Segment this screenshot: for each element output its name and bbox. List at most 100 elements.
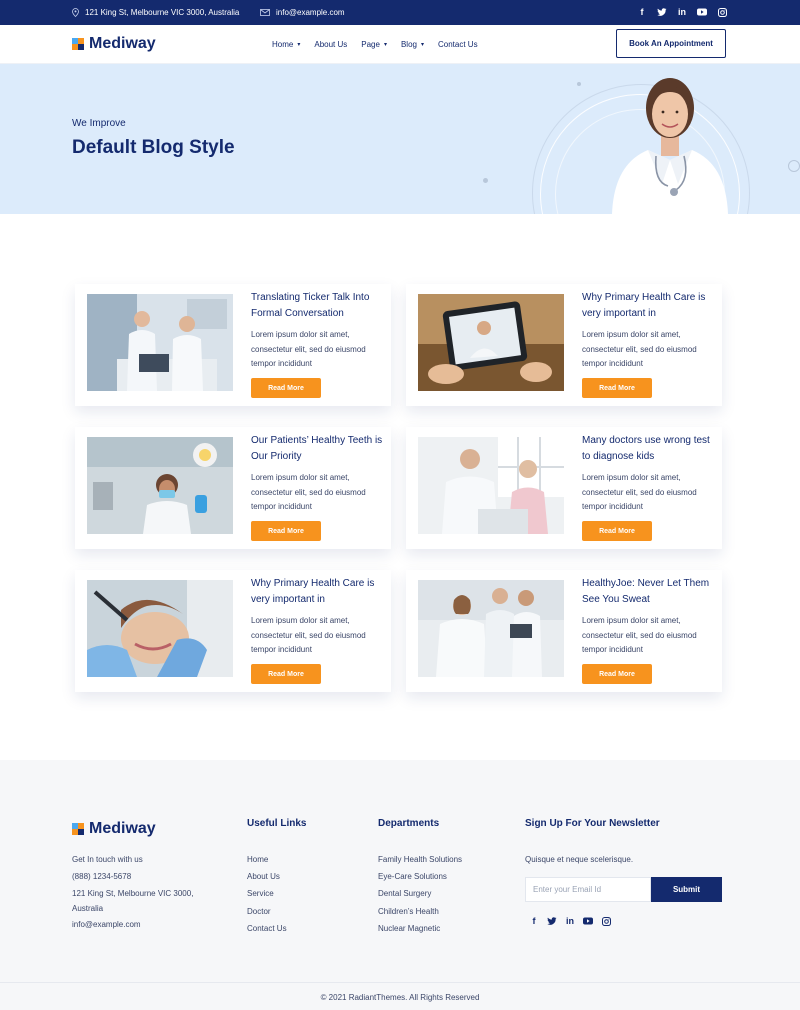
post-excerpt: Lorem ipsum dolor sit amet, consectetur … — [582, 616, 697, 654]
footer-dept-dental[interactable]: Dental Surgery — [378, 889, 431, 898]
twitter-icon[interactable] — [546, 915, 558, 927]
hero-kicker: We Improve — [72, 118, 126, 129]
post-thumbnail-image[interactable] — [418, 437, 564, 534]
read-more-button[interactable]: Read More — [251, 664, 321, 684]
post-thumbnail-image[interactable] — [418, 294, 564, 391]
footer-contact-intro: Get In touch with us — [72, 855, 143, 864]
read-more-button[interactable]: Read More — [582, 378, 652, 398]
read-more-button[interactable]: Read More — [251, 521, 321, 541]
brand-name: Mediway — [89, 35, 156, 52]
youtube-icon[interactable] — [696, 6, 708, 18]
instagram-icon[interactable] — [600, 915, 612, 927]
nav-item-page[interactable]: Page ▾ — [361, 40, 387, 49]
post-title[interactable]: Translating Ticker Talk Into Formal Conv… — [251, 290, 387, 322]
nav-item-contact[interactable]: Contact Us — [438, 40, 478, 49]
top-bar: 121 King St, Melbourne VIC 3000, Austral… — [0, 0, 800, 25]
chevron-down-icon: ▾ — [383, 42, 387, 48]
chevron-down-icon: ▾ — [420, 42, 424, 48]
copyright-text: © 2021 RadiantThemes. All Rights Reserve… — [320, 993, 480, 1002]
facebook-icon[interactable]: f — [636, 6, 648, 18]
topbar-social-links: f in — [636, 6, 728, 18]
footer-dept-family-health[interactable]: Family Health Solutions — [378, 855, 462, 864]
blog-card: Translating Ticker Talk Into Formal Conv… — [75, 284, 391, 406]
topbar-address-text: 121 King St, Melbourne VIC 3000, Austral… — [85, 8, 240, 17]
decorative-dot — [483, 178, 488, 183]
brand-name: Mediway — [89, 820, 156, 837]
nav-item-home[interactable]: Home ▾ — [272, 40, 300, 49]
location-pin-icon — [72, 8, 79, 17]
read-more-button[interactable]: Read More — [251, 378, 321, 398]
footer-link-service[interactable]: Service — [247, 889, 274, 898]
footer-address-line1: 121 King St, Melbourne VIC 3000, — [72, 889, 194, 898]
page-title: Default Blog Style — [72, 137, 235, 158]
chevron-down-icon: ▾ — [297, 42, 301, 48]
nav-label: Contact Us — [438, 40, 478, 49]
footer-social-links: f in — [528, 915, 612, 927]
nav-label: Blog — [400, 40, 417, 49]
linkedin-icon[interactable]: in — [564, 915, 576, 927]
footer-phone[interactable]: (888) 1234-5678 — [72, 872, 131, 881]
blog-card: Why Primary Health Care is very importan… — [406, 284, 722, 406]
footer-link-home[interactable]: Home — [247, 855, 268, 864]
post-title[interactable]: Our Patients’ Healthy Teeth is Our Prior… — [251, 433, 387, 465]
linkedin-icon[interactable]: in — [676, 6, 688, 18]
brand-logo[interactable]: Mediway — [72, 35, 156, 53]
nav-label: About Us — [314, 40, 348, 49]
post-thumbnail-image[interactable] — [87, 294, 233, 391]
footer-brand-logo[interactable]: Mediway — [72, 820, 156, 838]
nav-label: Home — [272, 40, 294, 49]
decorative-dot — [577, 82, 581, 86]
footer-email[interactable]: info@example.com — [72, 920, 141, 929]
envelope-icon — [260, 9, 270, 16]
departments-heading: Departments — [378, 818, 440, 829]
site-header: Mediway Home ▾ About Us Page ▾ Blog ▾ Conta… — [0, 25, 800, 64]
post-title[interactable]: HealthyJoe: Never Let Them See You Sweat — [582, 576, 718, 608]
post-excerpt: Lorem ipsum dolor sit amet, consectetur … — [582, 330, 697, 368]
twitter-icon[interactable] — [656, 6, 668, 18]
post-title[interactable]: Why Primary Health Care is very importan… — [251, 576, 387, 608]
post-title[interactable]: Why Primary Health Care is very importan… — [582, 290, 718, 322]
logo-mark-icon — [72, 38, 84, 50]
instagram-icon[interactable] — [716, 6, 728, 18]
doctor-portrait-image — [612, 78, 728, 214]
nav-item-about[interactable]: About Us — [314, 40, 347, 49]
read-more-button[interactable]: Read More — [582, 521, 652, 541]
post-excerpt: Lorem ipsum dolor sit amet, consectetur … — [251, 330, 366, 368]
logo-mark-icon — [72, 823, 84, 835]
useful-links-heading: Useful Links — [247, 818, 307, 829]
post-thumbnail-image[interactable] — [418, 580, 564, 677]
book-appointment-button[interactable]: Book An Appointment — [616, 29, 726, 58]
footer-dept-eye-care[interactable]: Eye-Care Solutions — [378, 872, 447, 881]
post-excerpt: Lorem ipsum dolor sit amet, consectetur … — [251, 473, 366, 511]
post-thumbnail-image[interactable] — [87, 580, 233, 677]
youtube-icon[interactable] — [582, 915, 594, 927]
blog-card: Our Patients’ Healthy Teeth is Our Prior… — [75, 427, 391, 549]
topbar-email[interactable]: info@example.com — [260, 8, 345, 17]
footer-dept-childrens[interactable]: Children’s Health — [378, 907, 439, 916]
footer-divider — [0, 982, 800, 983]
nav-label: Page — [361, 40, 380, 49]
footer-address-line2: Australia — [72, 904, 104, 913]
newsletter-email-input[interactable]: Enter your Email Id — [525, 877, 651, 902]
footer-link-contact[interactable]: Contact Us — [247, 924, 287, 933]
post-excerpt: Lorem ipsum dolor sit amet, consectetur … — [582, 473, 697, 511]
topbar-address: 121 King St, Melbourne VIC 3000, Austral… — [72, 8, 239, 17]
facebook-icon[interactable]: f — [528, 915, 540, 927]
post-title[interactable]: Many doctors use wrong test to diagnose … — [582, 433, 718, 465]
blog-card: Why Primary Health Care is very importan… — [75, 570, 391, 692]
newsletter-submit-button[interactable]: Submit — [651, 877, 722, 902]
site-footer: Mediway Get In touch with us (888) 1234-… — [0, 760, 800, 1010]
footer-link-about[interactable]: About Us — [247, 872, 280, 881]
footer-dept-nuclear[interactable]: Nuclear Magnetic — [378, 924, 440, 933]
blog-card: HealthyJoe: Never Let Them See You Sweat… — [406, 570, 722, 692]
read-more-button[interactable]: Read More — [582, 664, 652, 684]
nav-item-blog[interactable]: Blog ▾ — [401, 40, 424, 49]
post-thumbnail-image[interactable] — [87, 437, 233, 534]
newsletter-text: Quisque et neque scelerisque. — [525, 855, 634, 864]
page-hero: We Improve Default Blog Style — [0, 64, 800, 214]
decorative-ring — [788, 160, 800, 172]
post-excerpt: Lorem ipsum dolor sit amet, consectetur … — [251, 616, 366, 654]
main-nav: Home ▾ About Us Page ▾ Blog ▾ Contact Us — [272, 40, 478, 49]
footer-link-doctor[interactable]: Doctor — [247, 907, 271, 916]
topbar-email-text[interactable]: info@example.com — [276, 8, 345, 17]
